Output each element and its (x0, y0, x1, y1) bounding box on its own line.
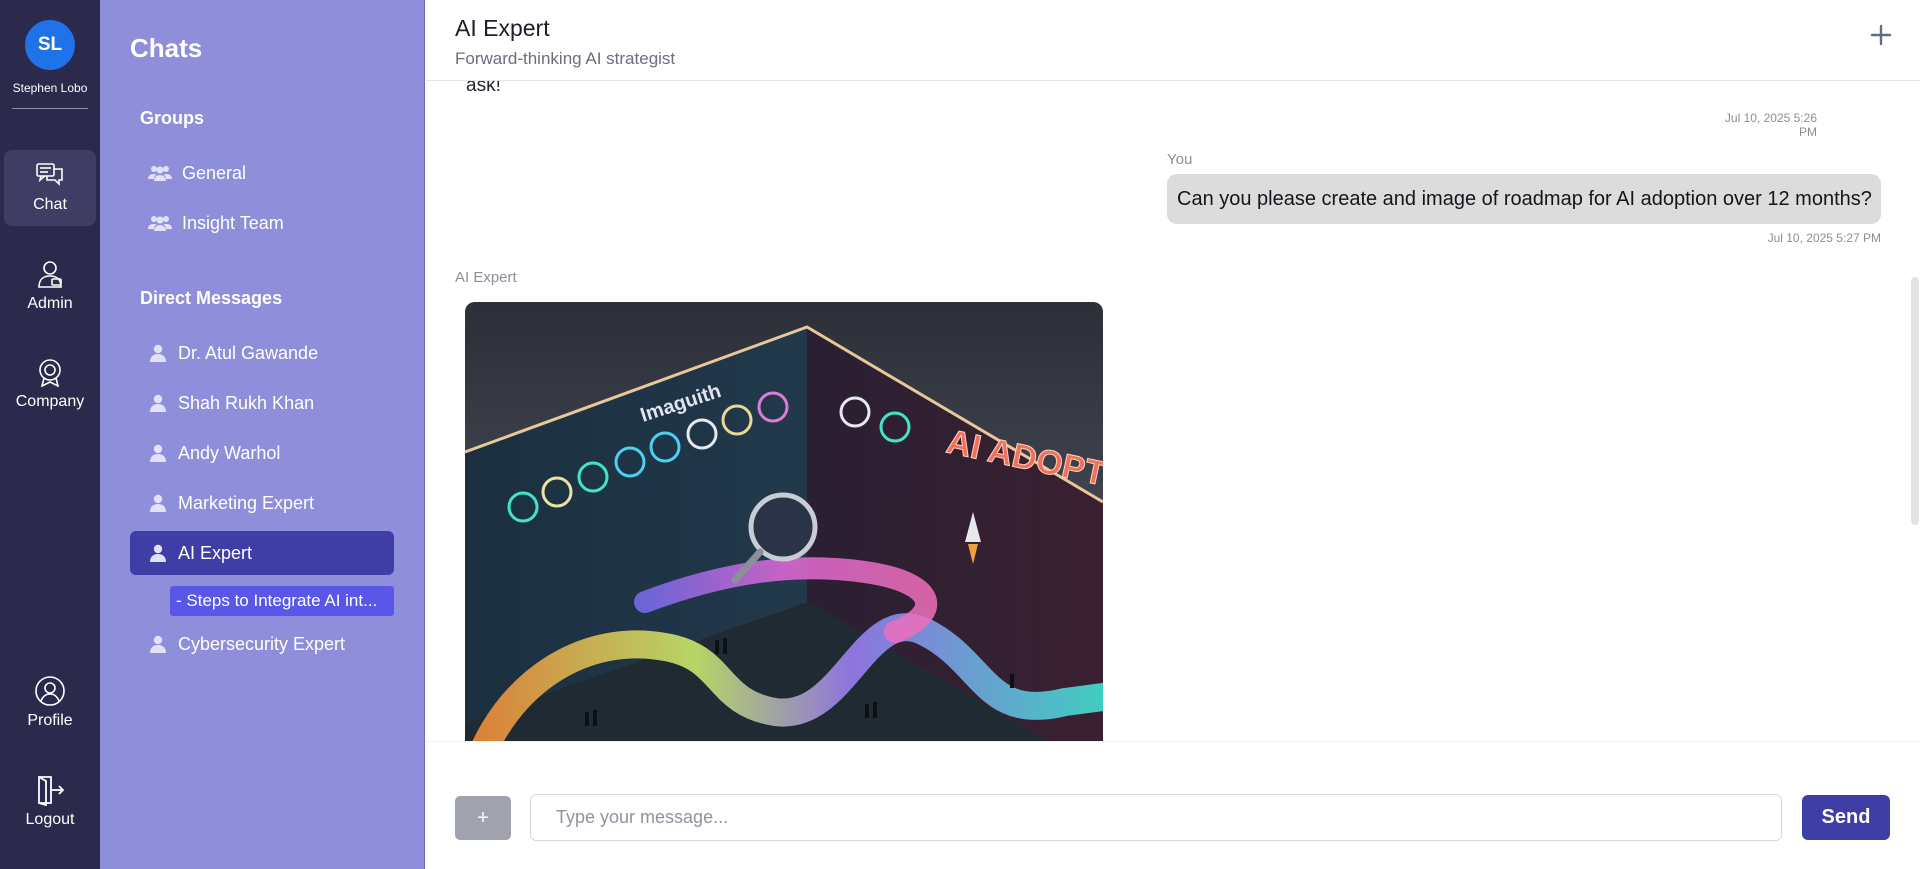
rail-item-admin[interactable]: Admin (4, 249, 96, 325)
admin-user-icon (33, 259, 67, 289)
rail-divider (12, 108, 88, 109)
rail-item-logout[interactable]: Logout (4, 765, 96, 841)
sidebar-item-dr-atul-gawande[interactable]: Dr. Atul Gawande (130, 331, 394, 375)
profile-icon (33, 676, 67, 706)
groups-heading: Groups (140, 108, 205, 128)
rail-label-chat: Chat (33, 196, 67, 213)
sidebar-item-cybersecurity-expert[interactable]: Cybersecurity Expert (130, 622, 394, 666)
rail-label-company: Company (15, 393, 85, 410)
logout-icon (33, 775, 67, 806)
user-sender-label: You (1167, 151, 1193, 168)
sidebar-item-general[interactable]: General (130, 151, 394, 195)
user-name: Stephen Lobo (12, 81, 88, 95)
message-timestamp: Jul 10, 2025 5:26 PM (1724, 111, 1817, 139)
new-chat-button[interactable] (1866, 22, 1896, 52)
direct-messages-heading: Direct Messages (140, 288, 283, 308)
users-group-icon (148, 213, 172, 233)
chat-bubbles-icon (33, 160, 67, 190)
sidebar-item-label: Cybersecurity Expert (178, 633, 346, 654)
previous-message-tail: ask! (466, 81, 501, 96)
chat-title: AI Expert (455, 15, 550, 41)
sidebar-item-andy-warhol[interactable]: Andy Warhol (130, 431, 394, 475)
ai-sender-label: AI Expert (455, 269, 517, 286)
message-timestamp: Jul 10, 2025 5:27 PM (1767, 231, 1881, 245)
company-badge-icon (33, 357, 67, 387)
sidebar-item-label: Marketing Expert (178, 492, 315, 513)
sidebar-item-insight-team[interactable]: Insight Team (130, 201, 394, 245)
sidebar-item-label: Dr. Atul Gawande (178, 342, 319, 363)
rail-item-chat[interactable]: Chat (4, 150, 96, 226)
person-icon (148, 493, 168, 513)
avatar[interactable]: SL (25, 20, 75, 70)
nav-rail: SL Stephen Lobo Chat Admin Company Profi… (0, 0, 100, 869)
sidebar-item-ai-expert[interactable]: AI Expert (130, 531, 394, 575)
person-icon (148, 393, 168, 413)
sidebar-thread-steps-to-integrate-ai[interactable]: - Steps to Integrate AI int... (170, 586, 394, 616)
person-icon (148, 543, 168, 563)
sidebar-title: Chats (130, 33, 203, 63)
message-scrollbar[interactable] (1911, 277, 1919, 525)
chat-header: AI Expert Forward-thinking AI strategist (426, 0, 1920, 81)
message-input[interactable] (530, 794, 1782, 841)
person-icon (148, 443, 168, 463)
chat-subtitle: Forward-thinking AI strategist (455, 49, 676, 68)
sidebar-item-label: Andy Warhol (178, 442, 281, 463)
sidebar-item-shah-rukh-khan[interactable]: Shah Rukh Khan (130, 381, 394, 425)
rail-item-profile[interactable]: Profile (4, 666, 96, 742)
rail-label-logout: Logout (25, 811, 75, 828)
rail-item-company[interactable]: Company (4, 347, 96, 423)
send-button[interactable]: Send (1802, 795, 1890, 840)
chats-sidebar: Chats Groups General Insight Team Direct… (100, 0, 425, 869)
generated-roadmap-image[interactable]: Imaguith AI ADOPTIO (465, 302, 1103, 741)
sidebar-item-marketing-expert[interactable]: Marketing Expert (130, 481, 394, 525)
person-icon (148, 343, 168, 363)
rail-label-admin: Admin (27, 295, 73, 312)
attach-button[interactable]: + (455, 796, 511, 840)
sidebar-item-label: General (182, 162, 247, 183)
chat-panel: AI Expert Forward-thinking AI strategist… (426, 0, 1920, 869)
sidebar-item-label: AI Expert (178, 542, 253, 563)
user-message-bubble: Can you please create and image of roadm… (1167, 174, 1881, 224)
sidebar-item-label: Shah Rukh Khan (178, 392, 315, 413)
sidebar-item-label: Insight Team (182, 212, 284, 233)
message-list[interactable]: ask! Jul 10, 2025 5:26 PM You Can you pl… (426, 81, 1920, 741)
users-group-icon (148, 163, 172, 183)
message-composer: + Send (426, 741, 1920, 869)
person-icon (148, 634, 168, 654)
rail-label-profile: Profile (27, 712, 73, 729)
plus-icon (1870, 24, 1892, 51)
